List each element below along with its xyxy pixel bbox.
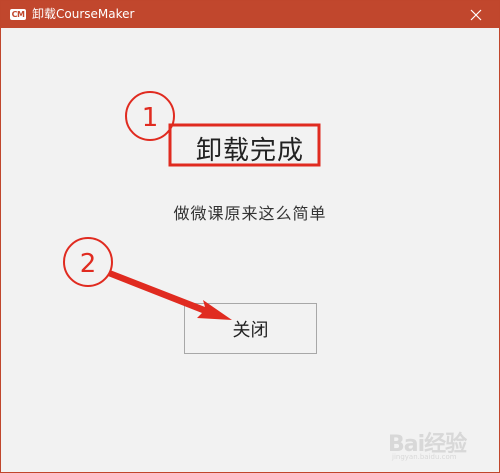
window-title: 卸载CourseMaker	[32, 7, 135, 21]
close-icon	[470, 9, 482, 20]
baidu-watermark: Bai经验 jingyan.baidu.com	[388, 426, 496, 466]
window-close-button[interactable]	[453, 1, 499, 28]
close-button[interactable]: 关闭	[184, 303, 317, 354]
completion-heading: 卸载完成	[195, 136, 304, 166]
uninstall-window: CM 卸载CourseMaker 卸载完成 做微课原来这么简单 关闭	[0, 0, 500, 473]
watermark-url: jingyan.baidu.com	[392, 453, 457, 461]
app-icon: CM	[10, 9, 26, 20]
title-bar: CM 卸载CourseMaker	[1, 1, 499, 28]
content-area: 卸载完成 做微课原来这么简单 关闭	[1, 28, 499, 472]
tagline: 做微课原来这么简单	[173, 204, 327, 223]
